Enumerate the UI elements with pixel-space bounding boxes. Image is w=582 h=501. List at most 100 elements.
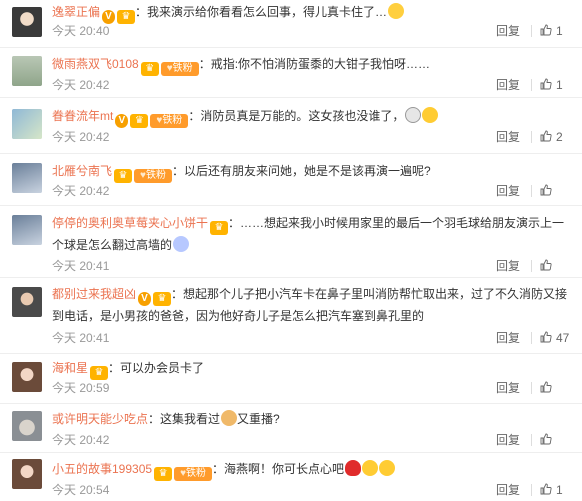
like-button[interactable] [540,431,556,449]
timestamp: 今天 20:42 [52,78,110,92]
username-link[interactable]: 停停的奥利奥草莓夹心小饼干 [52,216,208,230]
reply-button[interactable]: 回复 [496,481,520,499]
emoji-laugh [422,107,439,123]
like-button[interactable]: 1 [540,22,563,40]
fan-badge-label: 铁粉 [145,170,166,181]
reply-button[interactable]: 回复 [496,22,520,40]
like-count: 2 [556,130,563,144]
comment-row: 北雁兮南飞 ♛ ♥铁粉 ：以后还有朋友来问她，她是不是该再演一遍呢? 今天 20:42 回… [0,154,582,206]
avatar[interactable] [12,7,42,37]
comment-text: ：我来演示给你看看怎么回事，得儿真卡住了… [135,5,388,19]
thumbs-up-icon [540,433,552,445]
reply-button[interactable]: 回复 [496,379,520,397]
avatar[interactable] [12,459,42,489]
like-button[interactable]: 2 [540,128,563,146]
like-button[interactable]: 1 [540,481,563,499]
reply-button[interactable]: 回复 [496,257,520,275]
like-button[interactable] [540,257,556,275]
comment-feed: 逸翠正偏 V ♛ ：我来演示给你看看怎么回事，得儿真卡住了… 今天 20:40 回复 1 微雨… [0,0,582,501]
comment-text: ：戒指:你不怕消防蛋黍的大钳子我怕呀…… [198,57,431,71]
comment-text-line: 北雁兮南飞 ♛ ♥铁粉 ：以后还有朋友来问她，她是不是该再演一遍呢? [52,161,572,183]
avatar-scenery [12,109,42,139]
thumbs-up-icon [540,184,552,196]
like-button[interactable] [540,182,556,200]
avatar-girl [12,362,42,392]
username-link[interactable]: 都别过来我超凶 [52,287,136,301]
like-button[interactable] [540,379,556,397]
comment-meta: 今天 20:59 回复 [52,379,572,397]
comment-text-line: 停停的奥利奥草莓夹心小饼干 ♛ ：……想起来我小时候用家里的最后一个羽毛球给朋友演示… [52,213,572,235]
avatar-woman-portrait [12,7,42,37]
avatar[interactable] [12,411,42,441]
comment-text: ：想起那个儿子把小汽车卡在鼻子里叫消防帮忙取出来，过了不久消防又接 [171,287,568,301]
fan-badge: ♥铁粉 [134,169,173,183]
comment-row: 停停的奥利奥草莓夹心小饼干 ♛ ：……想起来我小时候用家里的最后一个羽毛球给朋友演示… [0,206,582,278]
fan-badge: ♥铁粉 [160,62,199,76]
fan-badge-label: 铁粉 [162,115,183,126]
username-link[interactable]: 微雨燕双飞0108 [52,57,139,71]
like-button[interactable]: 47 [540,329,569,347]
comment-meta: 今天 20:40 回复 1 [52,22,572,40]
comment-text-line: 都别过来我超凶 V ♛ ：想起那个儿子把小汽车卡在鼻子里叫消防帮忙取出来，过了不久消防… [52,284,572,306]
fan-badge: ♥铁粉 [174,467,213,481]
avatar[interactable] [12,362,42,392]
avatar-character [12,163,42,193]
comment-text: ：这集我看过 [148,412,221,426]
username-link[interactable]: 北雁兮南飞 [52,164,112,178]
reply-button[interactable]: 回复 [496,431,520,449]
verified-v-icon: V [138,292,152,306]
thumbs-up-icon [540,24,552,36]
username-link[interactable]: 眷眷流年mt [52,109,113,123]
comment-body: 微雨燕双飞0108 ♛ ♥铁粉 ：戒指:你不怕消防蛋黍的大钳子我怕呀…… 今天 20:4… [52,54,572,98]
avatar[interactable] [12,163,42,193]
comment-row: 眷眷流年mt V ♛ ♥铁粉 ：消防员真是万能的。这女孩也没谁了， 今天 20:42 回复 2 [0,98,582,154]
comment-text-continued: 到电话，是小男孩的爸爸，因为他好奇儿子是怎么把汽车塞到鼻孔里的 [52,309,425,323]
comment-body: 或许明天能少吃点：这集我看过 又重播? 今天 20:42 回复 [52,409,572,453]
avatar[interactable] [12,215,42,245]
reply-button[interactable]: 回复 [496,76,520,94]
comment-text: ：可以办会员卡了 [108,361,205,375]
fan-badge-label: 铁粉 [172,63,193,74]
avatar[interactable] [12,109,42,139]
like-button[interactable]: 1 [540,76,563,94]
vip-crown-icon: ♛ [140,62,159,76]
timestamp: 今天 20:54 [52,483,110,497]
divider [531,260,532,272]
comment-text-line: 眷眷流年mt V ♛ ♥铁粉 ：消防员真是万能的。这女孩也没谁了， [52,106,572,128]
username-link[interactable]: 或许明天能少吃点 [52,412,148,426]
comment-row: 海和星 ♛ ：可以办会员卡了 今天 20:59 回复 [0,354,582,404]
avatar-cat [12,411,42,441]
vip-crown-icon: ♛ [114,169,133,183]
comment-meta: 今天 20:42 回复 [52,431,572,449]
like-count: 1 [556,24,563,38]
comment-text-line: 个球是怎么翻过高墙的 [52,235,572,255]
thumbs-up-icon [540,78,552,90]
comment-text-continued: 个球是怎么翻过高墙的 [52,238,173,252]
username-link[interactable]: 小五的故事199305 [52,462,152,476]
avatar[interactable] [12,287,42,317]
emoji-cat [221,410,238,426]
comment-body: 停停的奥利奥草莓夹心小饼干 ♛ ：……想起来我小时候用家里的最后一个羽毛球给朋友演示… [52,213,572,278]
comment-text: ：海燕啊！你可长点心吧 [212,462,345,476]
timestamp: 今天 20:41 [52,259,110,273]
comment-row: 都别过来我超凶 V ♛ ：想起那个儿子把小汽车卡在鼻子里叫消防帮忙取出来，过了不久消防… [0,278,582,354]
comment-meta: 今天 20:41 回复 [52,257,572,275]
thumbs-up-icon [540,381,552,393]
comment-row: 微雨燕双飞0108 ♛ ♥铁粉 ：戒指:你不怕消防蛋黍的大钳子我怕呀…… 今天 20:4… [0,48,582,98]
comment-meta: 今天 20:42 回复 2 [52,128,572,146]
comment-meta: 今天 20:42 回复 [52,182,572,200]
comment-text-line: 或许明天能少吃点：这集我看过 又重播? [52,409,572,429]
username-link[interactable]: 海和星 [52,361,88,375]
avatar[interactable] [12,56,42,86]
reply-button[interactable]: 回复 [496,329,520,347]
divider [531,25,532,37]
comment-body: 逸翠正偏 V ♛ ：我来演示给你看看怎么回事，得儿真卡住了… 今天 20:40 回复 1 [52,2,572,48]
comment-text-line: 逸翠正偏 V ♛ ：我来演示给你看看怎么回事，得儿真卡住了… [52,2,572,24]
comment-text: ：……想起来我小时候用家里的最后一个羽毛球给朋友演示上一 [228,216,565,230]
reply-button[interactable]: 回复 [496,128,520,146]
emoji-smiley [388,3,405,19]
divider [531,131,532,143]
reply-button[interactable]: 回复 [496,182,520,200]
like-count: 1 [556,483,563,497]
username-link[interactable]: 逸翠正偏 [52,5,100,19]
